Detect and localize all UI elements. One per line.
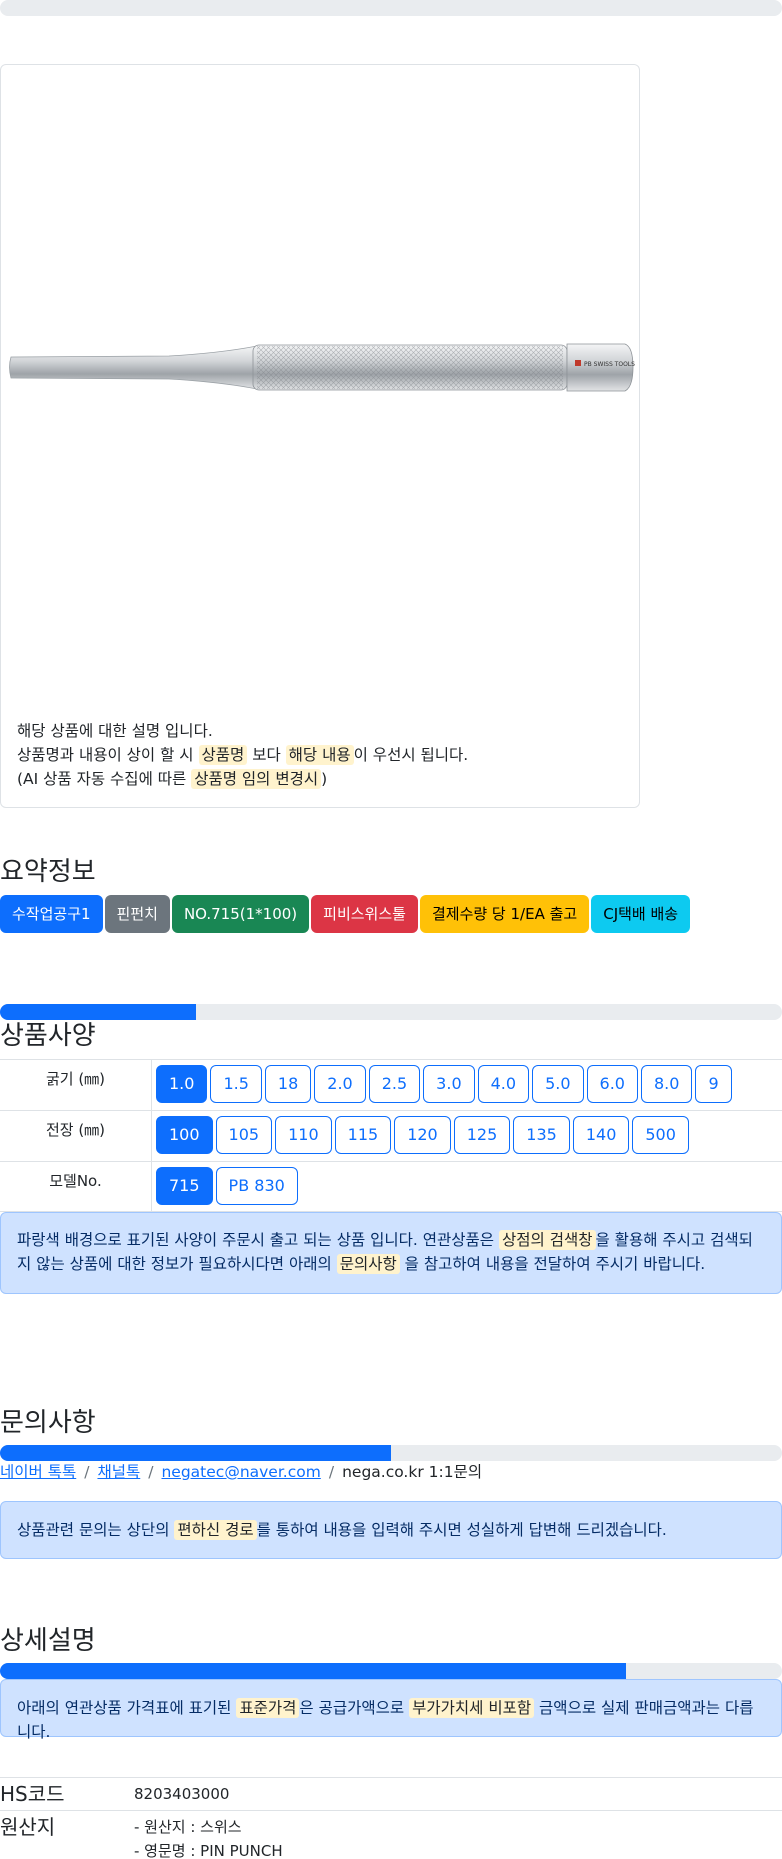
spec-option-button[interactable]: 115	[334, 1116, 392, 1154]
desc-line-2: 상품명과 내용이 상이 할 시 상품명 보다 해당 내용 이 우선시 됩니다.	[17, 743, 468, 767]
pin-punch-image: PB SWISS TOOLS	[9, 343, 635, 392]
notice-text: 을 참고하여 내용을 전달하여 주시기 바랍니다.	[399, 1255, 706, 1273]
highlight-inquiry: 문의사항	[336, 1254, 400, 1274]
spec-row: 전장 (㎜) 100 105 110 115 120 125 135 140 500	[0, 1110, 782, 1161]
desc-text: 상품명과 내용이 상이 할 시	[17, 746, 199, 764]
hs-code-value: 8203403000	[134, 1785, 230, 1803]
desc-line-3: (AI 상품 자동 수집에 따른 상품명 임의 변경시)	[17, 767, 468, 791]
spec-option-button[interactable]: 715	[156, 1167, 213, 1205]
spec-options: 715 PB 830	[152, 1162, 298, 1211]
desc-text: 보다	[247, 746, 286, 764]
spec-notice: 파랑색 배경으로 표기된 사양이 주문시 출고 되는 상품 입니다. 연관상품은…	[0, 1212, 782, 1294]
highlight-vat: 부가가치세 비포함	[409, 1698, 535, 1718]
spec-option-button[interactable]: 1.0	[156, 1065, 208, 1103]
highlight-store-search: 상점의 검색창	[499, 1230, 596, 1250]
spec-progress-bar	[0, 1004, 782, 1020]
separator: /	[148, 1463, 154, 1481]
spec-option-button[interactable]: 2.5	[368, 1065, 421, 1103]
spec-option-button[interactable]: 120	[394, 1116, 451, 1154]
spec-row: 굵기 (㎜) 1.0 1.5 18 2.0 2.5 3.0 4.0 5.0 6.0 8.0 9	[0, 1059, 782, 1110]
spec-option-button[interactable]: 4.0	[477, 1065, 530, 1103]
highlight-product-name: 상품명	[198, 745, 248, 765]
inquiry-progress-fill	[0, 1445, 391, 1461]
notice-text: 상품관련 문의는 상단의	[17, 1521, 175, 1539]
desc-text: )	[321, 770, 328, 788]
top-progress-bar	[0, 0, 782, 16]
hs-code-row: HS코드 8203403000	[0, 1777, 782, 1810]
spec-option-button[interactable]: 110	[275, 1116, 332, 1154]
highlight-standard-price: 표준가격	[236, 1698, 300, 1718]
origin-value: - 원산지 : 스위스 - 영문명 : PIN PUNCH	[134, 1815, 283, 1859]
summary-badges: 수작업공구1 핀펀치 NO.715(1*100) 피비스위스툴 결제수량 당 1/EA …	[0, 895, 691, 933]
inquiry-progress-bar	[0, 1445, 782, 1461]
inquiry-title: 문의사항	[0, 1408, 96, 1438]
nega-inquiry-text: nega.co.kr 1:1문의	[342, 1463, 483, 1481]
spec-option-button[interactable]: 125	[453, 1116, 511, 1154]
spec-option-button[interactable]: 100	[156, 1116, 213, 1154]
spec-option-button[interactable]: 105	[215, 1116, 273, 1154]
summary-badge: 결제수량 당 1/EA 출고	[419, 895, 590, 933]
detail-progress-bar	[0, 1663, 782, 1679]
spec-option-button[interactable]: PB 830	[215, 1167, 298, 1205]
inquiry-notice: 상품관련 문의는 상단의 편하신 경로 를 통하여 내용을 입력해 주시면 성실하…	[0, 1501, 782, 1559]
summary-badge: CJ택배 배송	[591, 895, 691, 933]
product-image-card: PB SWISS TOOLS 해당 상품에 대한 설명 입니다. 상품명과 내용…	[0, 64, 640, 808]
spec-option-button[interactable]: 1.5	[210, 1065, 262, 1103]
highlight-route: 편하신 경로	[174, 1520, 257, 1540]
spec-option-button[interactable]: 9	[695, 1065, 732, 1103]
spec-row-label: 모델No.	[0, 1162, 152, 1211]
spec-option-button[interactable]: 135	[513, 1116, 570, 1154]
summary-badge: 핀펀치	[104, 895, 170, 933]
spec-option-button[interactable]: 8.0	[640, 1065, 693, 1103]
spec-option-button[interactable]: 5.0	[532, 1065, 584, 1103]
spec-option-button[interactable]: 500	[632, 1116, 689, 1154]
spec-option-button[interactable]: 6.0	[586, 1065, 638, 1103]
contact-links: 네이버 톡톡 / 채널톡 / negatec@naver.com / nega.co.kr …	[0, 1460, 482, 1482]
notice-text: 를 통하여 내용을 입력해 주시면 성실하게 답변해 드리겠습니다.	[256, 1521, 667, 1539]
summary-badge: 피비스위스툴	[311, 895, 418, 933]
summary-badge: NO.715(1*100)	[171, 895, 310, 933]
origin-label: 원산지	[0, 1815, 56, 1839]
brand-engraving: PB SWISS TOOLS	[584, 361, 635, 368]
notice-text: 파랑색 배경으로 표기된 사양이 주문시 출고 되는 상품 입니다. 연관상품은	[17, 1231, 499, 1249]
naver-talk-link[interactable]: 네이버 톡톡	[0, 1463, 76, 1481]
desc-line-1: 해당 상품에 대한 설명 입니다.	[17, 722, 213, 740]
spec-row-label: 전장 (㎜)	[0, 1111, 152, 1161]
detail-progress-fill	[0, 1663, 626, 1679]
spec-option-button[interactable]: 3.0	[423, 1065, 475, 1103]
spec-option-button[interactable]: 18	[264, 1065, 312, 1103]
hs-code-label: HS코드	[0, 1782, 65, 1806]
separator: /	[328, 1463, 335, 1481]
separator: /	[84, 1463, 90, 1481]
summary-title: 요약정보	[0, 857, 96, 887]
spec-option-button[interactable]: 2.0	[314, 1065, 366, 1103]
spec-options: 1.0 1.5 18 2.0 2.5 3.0 4.0 5.0 6.0 8.0 9	[152, 1060, 732, 1110]
spec-option-button[interactable]: 140	[572, 1116, 630, 1154]
highlight-content: 해당 내용	[285, 745, 354, 765]
email-link[interactable]: negatec@naver.com	[161, 1463, 320, 1481]
spec-row-label: 굵기 (㎜)	[0, 1060, 152, 1110]
price-notice: 아래의 연관상품 가격표에 표기된 표준가격 은 공급가액으로 부가가치세 비포함…	[0, 1679, 782, 1741]
spec-title: 상품사양	[0, 1021, 96, 1051]
desc-text: 이 우선시 됩니다.	[353, 746, 469, 764]
detail-title: 상세설명	[0, 1626, 96, 1656]
origin-english-name: - 영문명 : PIN PUNCH	[134, 1842, 283, 1859]
desc-text: (AI 상품 자동 수집에 따른	[17, 770, 192, 788]
origin-row: 원산지 - 원산지 : 스위스 - 영문명 : PIN PUNCH	[0, 1810, 782, 1859]
summary-badge: 수작업공구1	[0, 895, 103, 933]
product-description: 해당 상품에 대한 설명 입니다. 상품명과 내용이 상이 할 시 상품명 보다…	[17, 719, 468, 791]
notice-text: 아래의 연관상품 가격표에 표기된	[17, 1699, 237, 1717]
spec-options: 100 105 110 115 120 125 135 140 500	[152, 1111, 689, 1161]
notice-text: 은 공급가액으로	[299, 1699, 410, 1717]
spec-row: 모델No. 715 PB 830	[0, 1161, 782, 1212]
spec-table: 굵기 (㎜) 1.0 1.5 18 2.0 2.5 3.0 4.0 5.0 6.0 8.0 9 전장 (…	[0, 1059, 782, 1212]
highlight-name-change: 상품명 임의 변경시	[191, 769, 322, 789]
channel-talk-link[interactable]: 채널톡	[97, 1463, 140, 1481]
origin-country: - 원산지 : 스위스	[134, 1818, 242, 1836]
